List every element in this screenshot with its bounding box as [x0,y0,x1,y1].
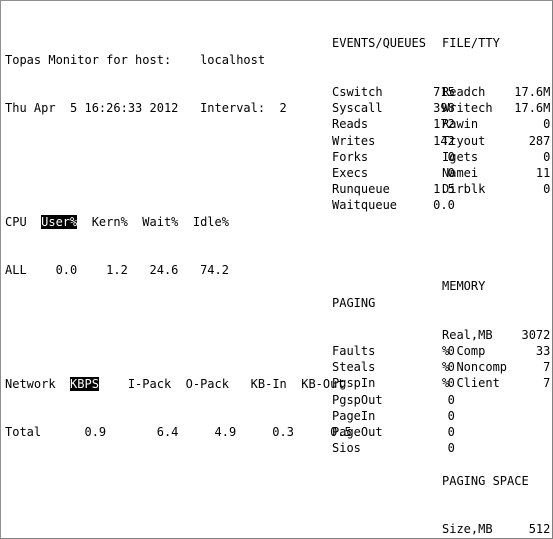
network-sort-column-kbps[interactable]: KBPS [70,376,99,391]
network-header-row: Network KBPS I-Pack O-Pack KB-In KB-Out [5,376,352,392]
cpu-all-row: ALL 0.0 1.2 24.6 74.2 [5,263,229,278]
paging-row: PageOut 0 [332,425,455,440]
middle-column: EVENTS/QUEUES Cswitch 715 Syscall 398 Read… [332,3,455,538]
events-queue-row: Runqueue 1.5 [332,182,455,197]
events-queues-title: EVENTS/QUEUES [332,36,426,51]
events-queues-list: Cswitch 715 Syscall 398 Reads 172 Writes 14… [332,84,455,214]
network-total-row: Total 0.9 6.4 4.9 0.3 0.5 [5,425,352,440]
topas-terminal-window: Topas Monitor for host: localhost Thu Ap… [0,0,553,539]
file-tty-row: Igets 0 [442,149,551,164]
cpu-header-prefix: CPU [5,214,42,229]
paging-space-title: PAGING SPACE [442,473,529,488]
paging-row: Faults 0 [332,344,455,359]
memory-list: Real,MB 3072 % Comp 33% Noncomp 7% Client… [442,327,550,392]
header-datetime-line: Thu Apr 5 16:26:33 2012 Interval: 2 [5,101,287,116]
left-column: Topas Monitor for host: localhost Thu Ap… [5,3,352,538]
terminal-screen: Topas Monitor for host: localhost Thu Ap… [5,3,550,537]
spacer-m2 [332,489,455,505]
events-queue-row: Forks 0 [332,149,455,164]
events-queue-row: Cswitch 715 [332,85,455,99]
right-column: FILE/TTY Readch 17.6M Writech 17.6M Rawin … [442,3,551,538]
memory-title: MEMORY [442,279,486,294]
file-tty-list: Readch 17.6M Writech 17.6M Rawin 0 Ttyout 2… [442,84,550,197]
paging-row: Sios 0 [332,441,455,456]
header-host-line: Topas Monitor for host: localhost [5,52,266,67]
events-queue-row: Writes 142 [332,133,455,148]
memory-row: % Noncomp 7 [442,360,551,375]
events-queue-row: Execs 0 [332,165,455,180]
file-tty-row: Readch 17.6M [442,85,551,99]
file-tty-row: Writech 17.6M [442,101,551,116]
paging-row: Steals 0 [332,360,455,375]
paging-row: PageIn 0 [332,408,455,423]
file-tty-row: Ttyout 287 [442,133,551,148]
network-header-prefix: Network [5,376,71,391]
network-header-suffix: I-Pack O-Pack KB-In KB-Out [98,376,345,391]
events-queue-row: Waitqueue 0.0 [332,198,455,213]
cpu-sort-column-user[interactable]: User% [41,214,78,229]
events-queue-row: Syscall 398 [332,101,455,116]
paging-list: Faults 0 Steals 0 PgspIn 0 PgspOut 0 PageIn … [332,343,455,456]
file-tty-row: Dirblk 0 [442,182,551,197]
spacer-r2 [442,424,550,440]
paging-row: PgspOut 0 [332,392,455,407]
memory-row: % Client 7 [442,376,551,391]
cpu-header-suffix: Kern% Wait% Idle% [77,214,229,229]
paging-title: PAGING [332,295,376,310]
events-queue-row: Reads 172 [332,117,455,132]
cpu-header-row: CPU User% Kern% Wait% Idle% [5,214,352,230]
file-tty-row: Rawin 0 [442,117,551,132]
spacer-m1 [332,246,455,262]
file-tty-row: Namei 11 [442,165,551,180]
paging-row: PgspIn 0 [332,376,455,391]
paging-space-list: Size,MB 512% Used 1% Free 99 [442,521,551,538]
memory-row: % Comp 33 [442,344,551,359]
spacer-r1 [442,230,550,246]
file-tty-title: FILE/TTY [442,36,500,51]
paging-space-row: Size,MB 512 [442,522,551,537]
memory-row: Real,MB 3072 [442,327,551,342]
